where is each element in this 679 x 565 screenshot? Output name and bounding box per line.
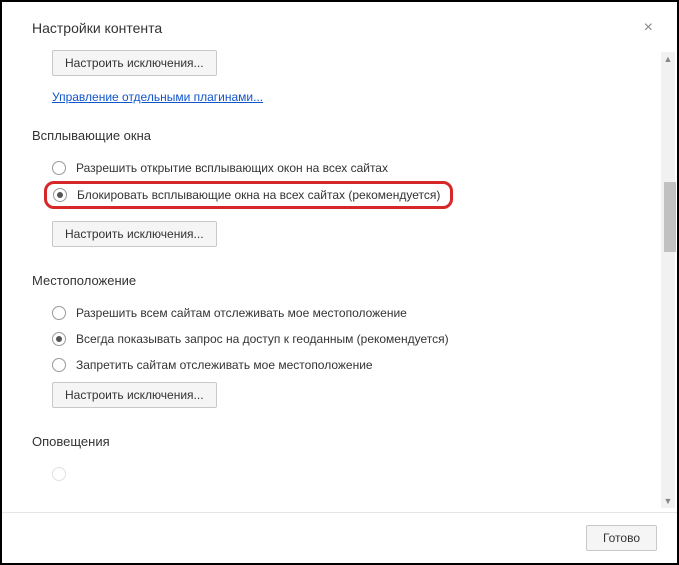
location-allow-label: Разрешить всем сайтам отслеживать мое ме… <box>76 306 407 320</box>
location-ask-label: Всегда показывать запрос на доступ к гео… <box>76 332 449 346</box>
location-deny-label: Запретить сайтам отслеживать мое местопо… <box>76 358 373 372</box>
popups-allow-label: Разрешить открытие всплывающих окон на в… <box>76 161 388 175</box>
radio-icon[interactable] <box>53 188 67 202</box>
radio-icon[interactable] <box>52 306 66 320</box>
popups-section-title: Всплывающие окна <box>32 128 647 143</box>
location-exceptions-button[interactable]: Настроить исключения... <box>52 382 217 408</box>
content-area: Настроить исключения... Управление отдел… <box>2 46 677 512</box>
scroll-up-icon[interactable]: ▲ <box>661 52 675 66</box>
dialog-title: Настройки контента <box>32 20 162 36</box>
scrollbar-track[interactable] <box>661 52 675 508</box>
popups-block-label[interactable]: Блокировать всплывающие окна на всех сай… <box>77 188 440 202</box>
scrollbar-thumb[interactable] <box>664 182 676 252</box>
close-icon[interactable]: × <box>640 20 657 36</box>
location-section-title: Местоположение <box>32 273 647 288</box>
popups-block-highlight: Блокировать всплывающие окна на всех сай… <box>44 181 453 209</box>
done-button[interactable]: Готово <box>586 525 657 551</box>
radio-icon[interactable] <box>52 161 66 175</box>
location-ask-option[interactable]: Всегда показывать запрос на доступ к гео… <box>32 326 647 352</box>
popups-allow-option[interactable]: Разрешить открытие всплывающих окон на в… <box>32 155 647 181</box>
radio-icon[interactable] <box>52 332 66 346</box>
location-deny-option[interactable]: Запретить сайтам отслеживать мое местопо… <box>32 352 647 378</box>
location-allow-option[interactable]: Разрешить всем сайтам отслеживать мое ме… <box>32 300 647 326</box>
radio-icon[interactable] <box>52 358 66 372</box>
manage-plugins-link[interactable]: Управление отдельными плагинами... <box>52 90 263 104</box>
notifications-option-partial[interactable] <box>32 461 647 487</box>
plugins-exceptions-button[interactable]: Настроить исключения... <box>52 50 217 76</box>
popups-exceptions-button[interactable]: Настроить исключения... <box>52 221 217 247</box>
notifications-section-title: Оповещения <box>32 434 647 449</box>
scroll-down-icon[interactable]: ▼ <box>661 494 675 508</box>
radio-icon[interactable] <box>52 467 66 481</box>
